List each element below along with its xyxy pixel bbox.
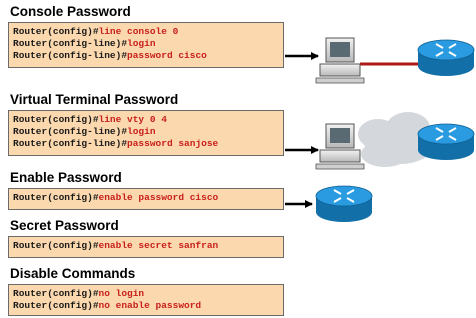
network-diagram — [285, 37, 475, 222]
pc-terminal-icon — [315, 123, 365, 170]
router-icon — [315, 185, 373, 222]
router-icon — [417, 39, 475, 76]
pc-terminal-icon — [315, 37, 365, 84]
router-icon — [417, 123, 475, 160]
